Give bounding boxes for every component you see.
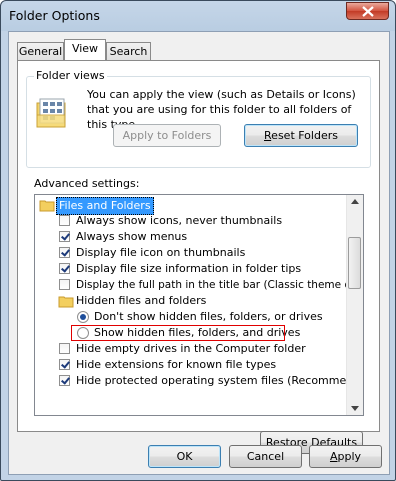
- reset-folders-label: eset Folders: [271, 129, 338, 142]
- window-title: Folder Options: [9, 8, 100, 23]
- tab-general-label: General: [18, 45, 63, 58]
- apply-mnemonic: A: [329, 450, 338, 463]
- folder-views-group: Folder views You can apply the view (suc…: [26, 69, 371, 168]
- checkbox[interactable]: [59, 279, 70, 290]
- title-bar[interactable]: Folder Options: [1, 1, 395, 31]
- tree-node-files-and-folders[interactable]: Files and Folders: [35, 197, 345, 215]
- apply-label: pply: [337, 450, 362, 463]
- advanced-settings-list[interactable]: Files and Folders Always show icons, nev…: [34, 194, 364, 416]
- apply-to-folders-button[interactable]: Apply to Folders: [113, 124, 221, 147]
- tab-general[interactable]: General: [17, 42, 64, 60]
- advanced-settings-label: Advanced settings:: [34, 177, 140, 190]
- checkbox[interactable]: [59, 343, 70, 354]
- scrollbar-thumb[interactable]: [348, 237, 361, 289]
- option-row[interactable]: Display file icon on thumbnails: [35, 245, 345, 261]
- checkbox[interactable]: [59, 375, 70, 386]
- checkbox[interactable]: [59, 263, 70, 274]
- folder-views-icon: [36, 98, 66, 128]
- option-label: Don't show hidden files, folders, or dri…: [94, 310, 323, 323]
- close-button[interactable]: [346, 2, 389, 20]
- tab-search-label: Search: [109, 45, 148, 58]
- radio-button[interactable]: [77, 311, 89, 323]
- option-label: Hide extensions for known file types: [76, 358, 277, 371]
- checkbox[interactable]: [59, 231, 70, 242]
- view-tab-panel: Folder views You can apply the view (suc…: [17, 60, 380, 454]
- option-label: Display file size information in folder …: [76, 262, 302, 275]
- tree-node-hidden-files[interactable]: Hidden files and folders: [35, 293, 345, 309]
- option-row[interactable]: Hide extensions for known file types: [35, 357, 345, 373]
- folder-options-window: Folder Options General View Search Folde…: [0, 0, 396, 481]
- tab-view[interactable]: View: [64, 39, 106, 60]
- option-label: Display the full path in the title bar (…: [76, 279, 364, 291]
- folder-views-title: Folder views: [34, 69, 107, 82]
- reset-folders-button[interactable]: Reset Folders: [244, 124, 358, 147]
- tab-search[interactable]: Search: [106, 42, 151, 60]
- option-row[interactable]: Always show menus: [35, 229, 345, 245]
- apply-button[interactable]: Apply: [309, 445, 382, 468]
- option-label: Always show icons, never thumbnails: [76, 214, 283, 227]
- radio-button[interactable]: [77, 327, 89, 339]
- scroll-down-arrow-icon[interactable]: [351, 406, 359, 411]
- option-row[interactable]: Hide empty drives in the Computer folder: [35, 341, 345, 357]
- tab-view-label: View: [71, 42, 99, 55]
- option-label: Show hidden files, folders, and drives: [94, 326, 301, 339]
- option-row[interactable]: Display the full path in the title bar (…: [35, 277, 363, 293]
- folder-icon: [58, 296, 74, 308]
- option-row[interactable]: Don't show hidden files, folders, or dri…: [35, 309, 345, 325]
- option-label: Always show menus: [76, 230, 188, 243]
- checkbox[interactable]: [59, 215, 70, 226]
- option-label: Hide empty drives in the Computer folder: [76, 342, 306, 355]
- cancel-button[interactable]: Cancel: [229, 445, 302, 468]
- cancel-label: Cancel: [246, 450, 285, 463]
- close-icon: [362, 6, 374, 17]
- checkbox[interactable]: [59, 359, 70, 370]
- dialog-body: General View Search Folder views You can…: [8, 31, 390, 475]
- apply-to-folders-label: Apply to Folders: [122, 129, 212, 142]
- option-label: Hide protected operating system files (R…: [76, 374, 364, 387]
- vertical-scrollbar[interactable]: [346, 195, 363, 415]
- option-label: Display file icon on thumbnails: [76, 246, 246, 259]
- ok-button[interactable]: OK: [148, 445, 221, 468]
- option-row[interactable]: Hide protected operating system files (R…: [35, 373, 363, 389]
- option-row[interactable]: Always show icons, never thumbnails: [35, 213, 345, 229]
- scroll-up-arrow-icon[interactable]: [351, 199, 359, 204]
- checkbox[interactable]: [59, 247, 70, 258]
- tree-node-label: Hidden files and folders: [76, 294, 207, 307]
- option-row[interactable]: Show hidden files, folders, and drives: [35, 325, 345, 341]
- folder-icon: [39, 200, 55, 212]
- ok-label: OK: [176, 450, 193, 463]
- option-row[interactable]: Display file size information in folder …: [35, 261, 345, 277]
